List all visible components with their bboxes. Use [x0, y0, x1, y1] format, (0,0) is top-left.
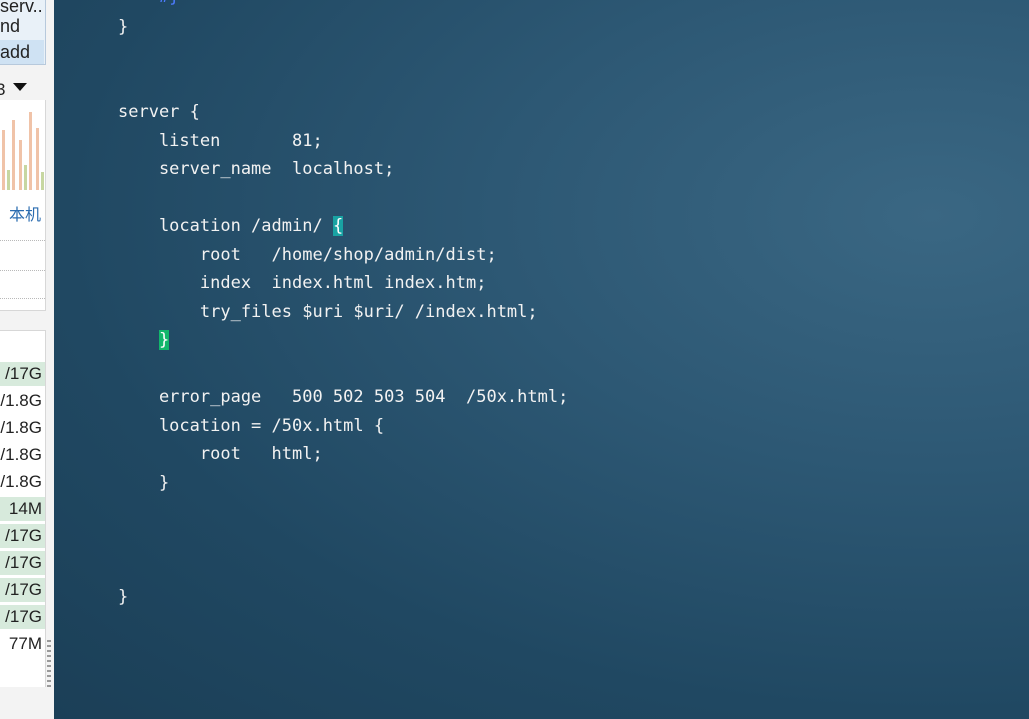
list-item[interactable]: /17G	[0, 551, 45, 575]
code-line: listen 81;	[118, 131, 323, 151]
command-item[interactable]: nd	[0, 14, 44, 38]
terminal-pane[interactable]: #} } server { listen 81; server_name loc…	[54, 0, 1029, 719]
matched-close-bracket: }	[158, 330, 170, 350]
divider	[0, 240, 45, 241]
chart-bar	[24, 165, 27, 190]
list-item[interactable]: 14M	[0, 497, 45, 521]
code-line: root /home/shop/admin/dist;	[118, 245, 497, 265]
code-line: try_files $uri $uri/ /index.html;	[118, 302, 538, 322]
disk-usage-list: /17G /1.8G /1.8G /1.8G /1.8G 14M /17G /1…	[0, 330, 46, 687]
code-line: server {	[118, 102, 200, 122]
chart-bar	[19, 140, 22, 190]
code-line: index index.html index.htm;	[118, 273, 487, 293]
code-line: root html;	[118, 444, 323, 464]
resource-chart	[0, 110, 45, 190]
panel-resize-handle[interactable]	[47, 640, 51, 690]
command-history-list[interactable]: serv... nd add	[0, 0, 46, 65]
chart-bar	[7, 170, 10, 190]
code-line: location = /50x.html {	[118, 416, 385, 436]
selector-value: 3	[0, 80, 6, 99]
matched-open-bracket: {	[332, 216, 344, 236]
list-item[interactable]: /1.8G	[0, 389, 45, 413]
list-item[interactable]: /1.8G	[0, 443, 45, 467]
code-line: }	[118, 17, 129, 37]
list-item[interactable]: /17G	[0, 605, 45, 629]
list-item[interactable]: /1.8G	[0, 470, 45, 494]
selector-dropdown[interactable]: 3	[0, 80, 50, 102]
code-line: server_name localhost;	[118, 159, 395, 179]
code-line: }	[118, 473, 170, 493]
chart-bar	[36, 128, 39, 190]
chart-bar	[29, 112, 32, 190]
code-line: error_page 500 502 503 504 /50x.html;	[118, 387, 569, 407]
chart-bar	[12, 120, 15, 190]
list-item[interactable]: /1.8G	[0, 416, 45, 440]
chart-bar	[41, 172, 44, 190]
list-item[interactable]: /17G	[0, 524, 45, 548]
code-line: }	[118, 587, 129, 607]
list-item[interactable]: 77M	[0, 632, 45, 656]
code-line-location-admin: location /admin/ {	[118, 216, 344, 236]
divider	[0, 270, 45, 271]
monitor-card: 本机	[0, 100, 46, 311]
chart-bar	[2, 130, 5, 190]
divider	[0, 298, 45, 299]
code-line: #}	[118, 0, 179, 7]
list-item[interactable]: /17G	[0, 362, 45, 386]
host-link[interactable]: 本机	[9, 201, 41, 225]
chevron-down-icon[interactable]	[13, 83, 27, 91]
code-text: location /admin/	[118, 216, 333, 236]
left-side-panel: serv... nd add 3 本机 /17G /1.8G /1.8G /1.…	[0, 0, 54, 719]
command-item[interactable]: add	[0, 40, 44, 64]
list-item[interactable]: /17G	[0, 578, 45, 602]
code-line-close-bracket: }	[118, 330, 170, 350]
